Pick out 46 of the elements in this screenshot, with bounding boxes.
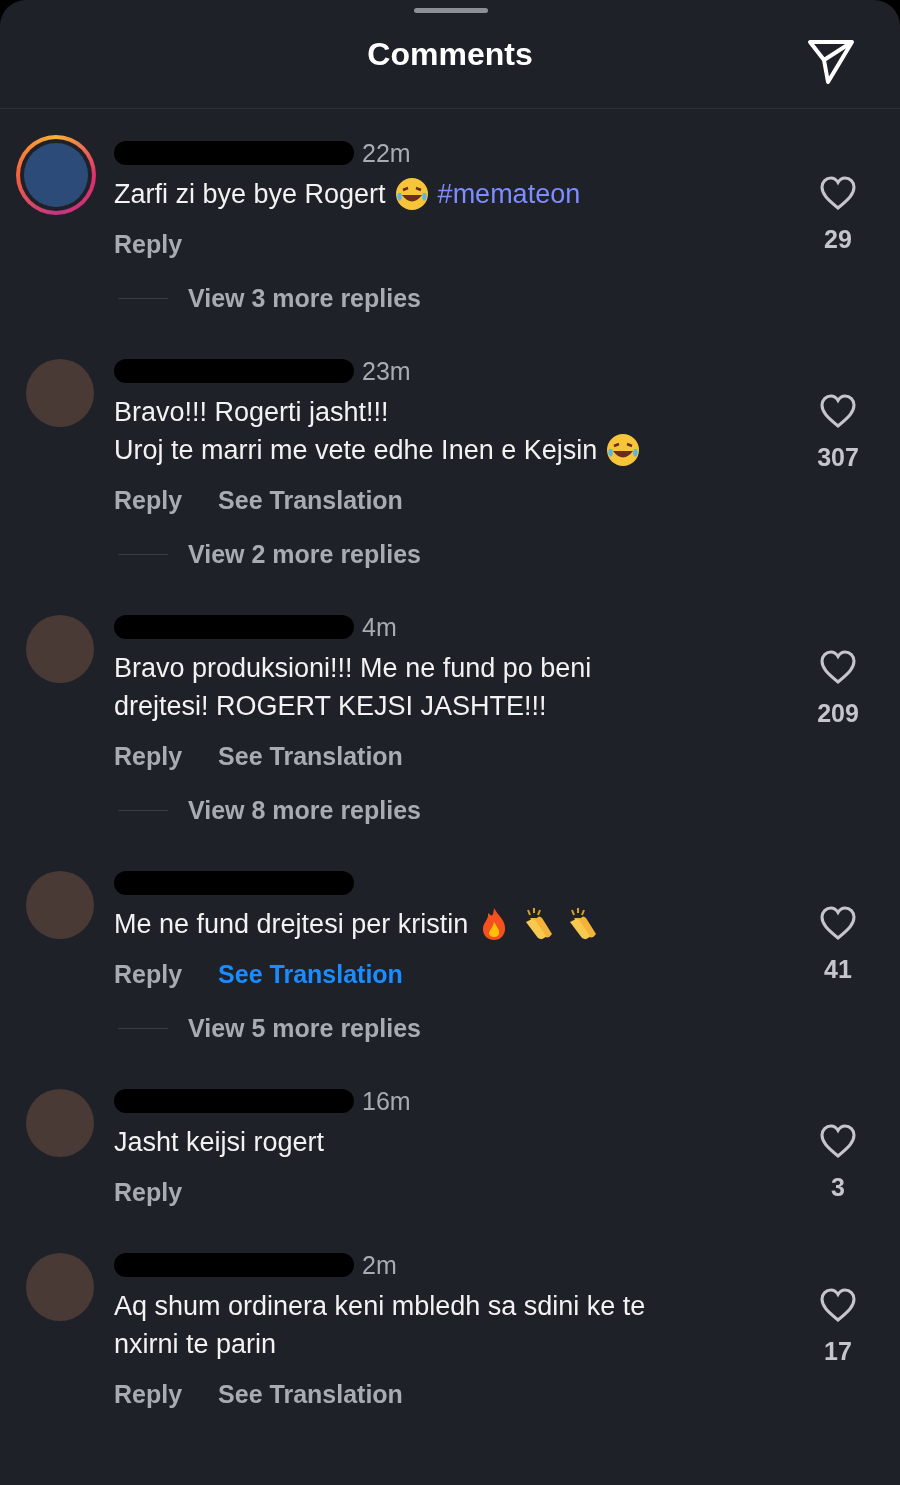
heart-icon[interactable] — [819, 1287, 857, 1323]
view-replies-button[interactable]: View 5 more replies — [188, 1013, 421, 1043]
see-translation-button[interactable]: See Translation — [218, 485, 403, 515]
laughing-face-icon — [605, 432, 642, 468]
see-translation-button[interactable]: See Translation — [218, 959, 403, 989]
heart-icon[interactable] — [819, 905, 857, 941]
reply-button[interactable]: Reply — [114, 741, 183, 771]
reply-button[interactable]: Reply — [114, 229, 183, 259]
view-replies-button[interactable]: View 2 more replies — [188, 539, 421, 569]
comment-time: 16m — [362, 1086, 411, 1116]
comment-time: 22m — [362, 138, 411, 168]
comment-time: 4m — [362, 612, 397, 642]
see-translation-button[interactable]: See Translation — [218, 1379, 403, 1409]
heart-icon[interactable] — [819, 175, 857, 211]
like-count: 3 — [831, 1173, 845, 1202]
heart-icon[interactable] — [819, 393, 857, 429]
comment-text: Zarfi zi bye bye Rogert — [114, 178, 386, 211]
comment-text: Aq shum ordinera keni mbledh sa sdini ke te — [114, 1290, 646, 1323]
view-replies-button[interactable]: View 3 more replies — [188, 283, 421, 313]
comment-text: Bravo produksioni!!! Me ne fund po beni — [114, 652, 592, 685]
heart-icon[interactable] — [819, 649, 857, 685]
reply-button[interactable]: Reply — [114, 485, 183, 515]
comment-time: 23m — [362, 356, 411, 386]
like-count: 17 — [824, 1337, 852, 1366]
hashtag-link[interactable]: #memateon — [437, 175, 581, 213]
comment-text: Uroj te marri me vete edhe Inen e Kejsin — [114, 434, 598, 467]
like-count: 307 — [817, 443, 859, 472]
comment-time: 2m — [362, 1250, 397, 1280]
comment-text: nxirni te parin — [114, 1328, 277, 1361]
heart-icon[interactable] — [819, 1123, 857, 1159]
see-translation-button[interactable]: See Translation — [218, 741, 403, 771]
reply-button[interactable]: Reply — [114, 1379, 183, 1409]
reply-button[interactable]: Reply — [114, 959, 183, 989]
comment-text: Bravo!!! Rogerti jasht!!! — [114, 396, 389, 429]
comment-text: drejtesi! ROGERT KEJSI JASHTE!!! — [114, 690, 547, 723]
drag-handle[interactable] — [414, 8, 488, 13]
laughing-face-icon — [393, 176, 430, 212]
comment-text: Me ne fund drejtesi per kristin — [114, 908, 469, 941]
sheet-title: Comments — [367, 35, 533, 73]
reply-button[interactable]: Reply — [114, 1177, 183, 1207]
like-count: 41 — [824, 955, 852, 984]
like-count: 29 — [824, 225, 852, 254]
comment-text: Jasht keijsi rogert — [114, 1126, 325, 1159]
like-count: 209 — [817, 699, 859, 728]
avatar-photo-placeholder — [24, 143, 88, 207]
view-replies-button[interactable]: View 8 more replies — [188, 795, 421, 825]
